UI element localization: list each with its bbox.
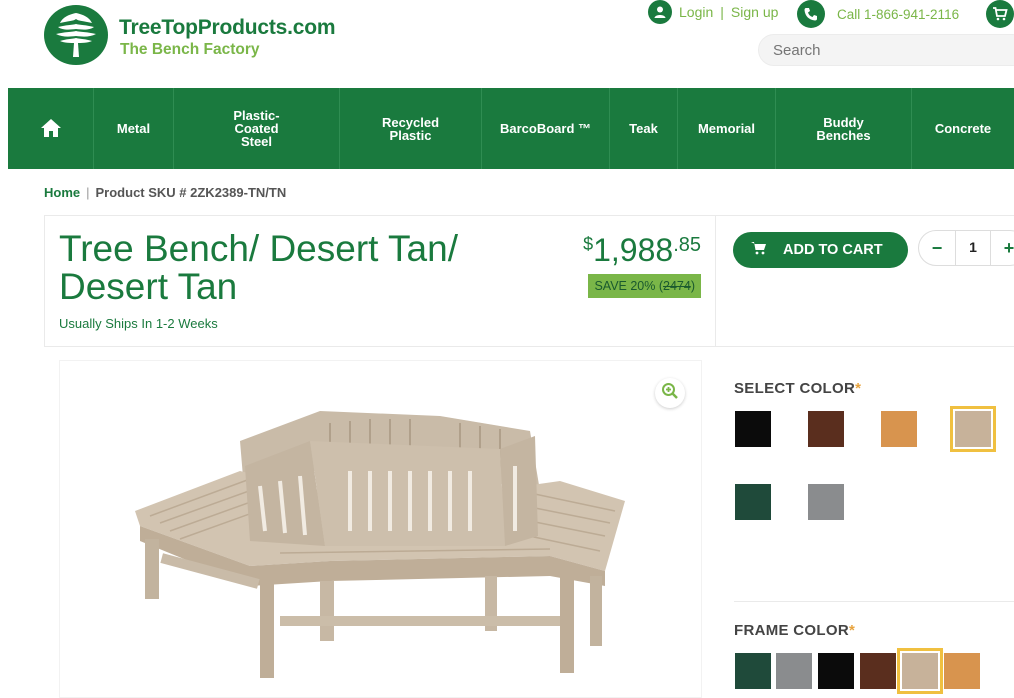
frame-color-label: FRAME COLOR <box>734 622 849 639</box>
price-currency: $ <box>583 234 594 254</box>
account-links: Login | Sign up <box>648 0 778 24</box>
nav-item-metal[interactable]: Metal <box>94 88 174 169</box>
qty-increase-button[interactable]: + <box>991 238 1014 259</box>
color-swatch-cedar[interactable] <box>881 411 917 447</box>
product-title: Tree Bench/ Desert Tan/ Desert Tan <box>59 228 458 307</box>
color-swatch-black[interactable] <box>735 411 771 447</box>
qty-input[interactable]: 1 <box>955 230 991 266</box>
color-swatch-gray[interactable] <box>808 484 844 520</box>
section-divider <box>734 601 1014 602</box>
color-swatch-green[interactable] <box>735 484 771 520</box>
frame-swatch-green[interactable] <box>735 653 771 689</box>
color-swatch-desert-tan[interactable] <box>950 406 996 452</box>
breadcrumb-separator: | <box>86 185 90 200</box>
breadcrumb: Home | Product SKU # 2ZK2389-TN/TN <box>44 185 286 200</box>
add-to-cart-button[interactable]: ADD TO CART <box>733 232 908 268</box>
nav-item-barcoboard[interactable]: BarcoBoard ™ <box>482 88 610 169</box>
zoom-in-icon <box>661 382 679 405</box>
search-input[interactable] <box>758 34 1014 66</box>
required-mark: * <box>855 380 862 397</box>
required-mark: * <box>848 622 856 639</box>
quantity-stepper: − 1 + <box>918 230 1014 266</box>
signup-link[interactable]: Sign up <box>731 4 778 20</box>
old-price: 2474 <box>663 279 691 293</box>
nav-item-teak[interactable]: Teak <box>610 88 678 169</box>
product-summary: Tree Bench/ Desert Tan/ Desert Tan Usual… <box>44 215 716 347</box>
breadcrumb-home[interactable]: Home <box>44 185 80 200</box>
select-color-heading: SELECT COLOR* <box>734 380 861 397</box>
brand-tagline: The Bench Factory <box>120 41 260 58</box>
cart-icon <box>986 0 1014 28</box>
frame-swatch-desert-tan[interactable] <box>897 648 943 694</box>
savings-badge: SAVE 20% (2474) <box>588 274 701 298</box>
save-label: SAVE 20% ( <box>594 279 664 293</box>
cart-icon <box>751 241 767 259</box>
frame-swatch-brown[interactable] <box>860 653 896 689</box>
price-cents: .85 <box>673 234 701 256</box>
frame-color-heading: FRAME COLOR* <box>734 622 855 639</box>
select-color-label: SELECT COLOR <box>734 380 856 397</box>
main-nav: Metal Plastic-Coated Steel Recycled Plas… <box>8 88 1014 169</box>
phone-contact: Call 1-866-941-2116 <box>797 0 959 28</box>
product-image[interactable] <box>59 360 702 698</box>
add-to-cart-label: ADD TO CART <box>783 242 883 258</box>
product-price: $1,988.85 <box>583 232 701 269</box>
qty-decrease-button[interactable]: − <box>919 238 955 259</box>
save-close: ) <box>690 279 695 293</box>
nav-item-buddy-benches[interactable]: Buddy Benches <box>776 88 912 169</box>
login-separator: | <box>720 4 724 20</box>
nav-item-concrete[interactable]: Concrete <box>912 88 1014 169</box>
frame-swatch-black[interactable] <box>818 653 854 689</box>
brand-name[interactable]: TreeTopProducts.com <box>119 16 336 40</box>
login-link[interactable]: Login <box>679 4 713 20</box>
home-icon <box>39 117 63 141</box>
color-swatch-brown[interactable] <box>808 411 844 447</box>
price-whole: 1,988 <box>593 232 674 268</box>
phone-icon <box>797 0 825 28</box>
nav-item-recycled-plastic[interactable]: Recycled Plastic <box>340 88 482 169</box>
tree-logo-icon[interactable] <box>44 5 108 65</box>
phone-number-link[interactable]: Call 1-866-941-2116 <box>837 7 959 22</box>
nav-item-plastic-coated-steel[interactable]: Plastic-Coated Steel <box>174 88 340 169</box>
user-icon <box>648 0 672 24</box>
nav-item-memorial[interactable]: Memorial <box>678 88 776 169</box>
zoom-in-button[interactable] <box>655 378 685 408</box>
site-header: TreeTopProducts.com The Bench Factory Lo… <box>0 0 1014 88</box>
nav-home[interactable] <box>8 88 94 169</box>
frame-swatch-cedar[interactable] <box>944 653 980 689</box>
frame-swatch-gray[interactable] <box>776 653 812 689</box>
breadcrumb-current: Product SKU # 2ZK2389-TN/TN <box>95 185 287 200</box>
cart-link[interactable] <box>986 0 1014 28</box>
shipping-info: Usually Ships In 1-2 Weeks <box>59 316 218 331</box>
